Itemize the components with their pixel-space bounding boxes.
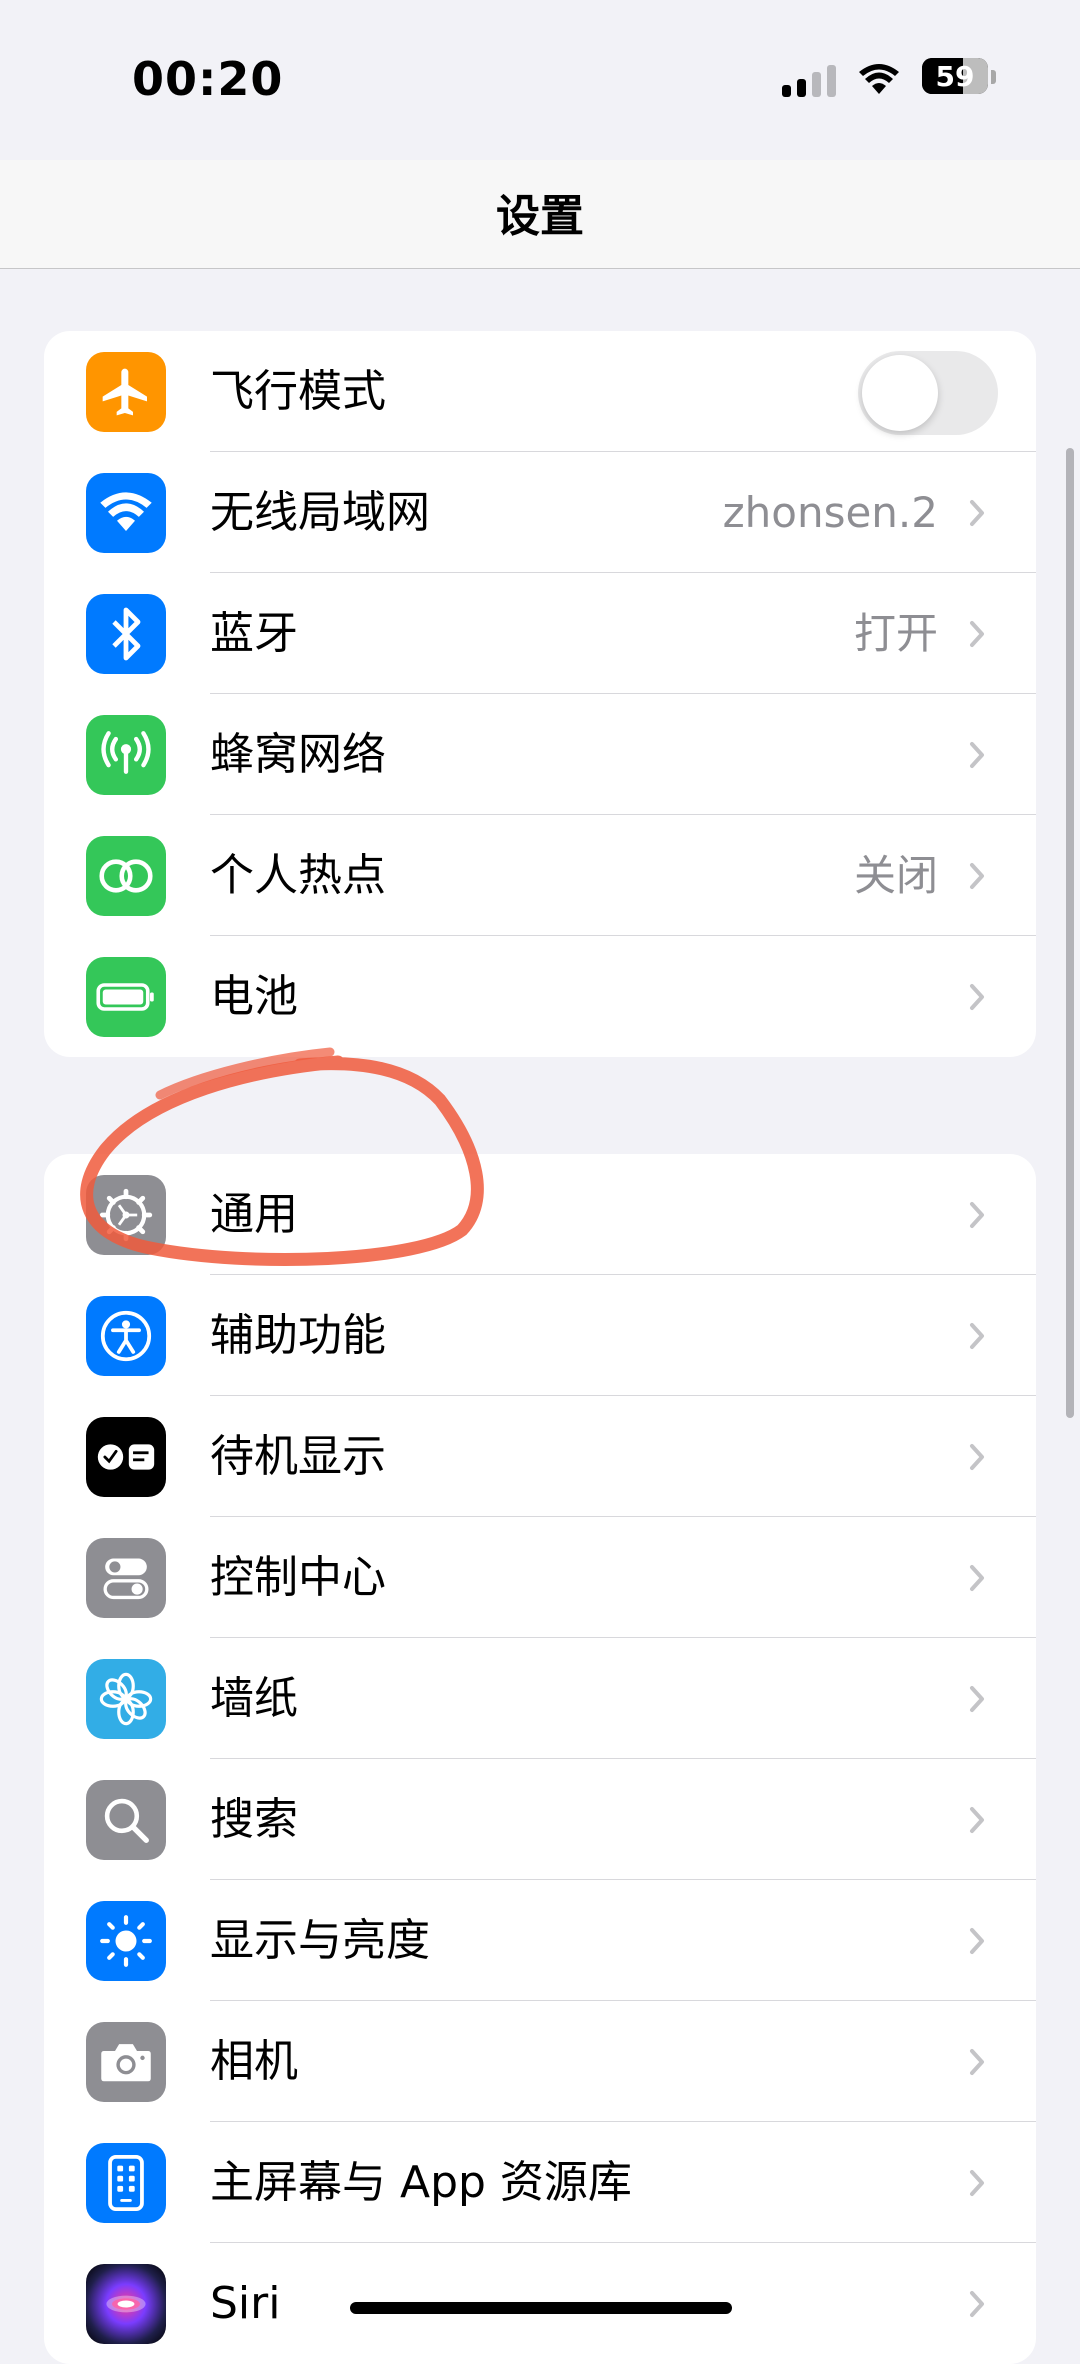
wifi-icon <box>86 473 166 553</box>
settings-row-airplane-mode[interactable]: 飞行模式 <box>44 331 1036 452</box>
settings-row-hotspot[interactable]: 个人热点 关闭 <box>44 815 1036 936</box>
chevron-right-icon <box>970 984 984 1010</box>
wifi-network-name: zhonsen.2 <box>722 488 938 537</box>
home-indicator[interactable] <box>350 2302 732 2314</box>
chevron-right-icon <box>970 1807 984 1833</box>
chevron-right-icon <box>970 742 984 768</box>
settings-row-home-screen[interactable]: 主屏幕与 App 资源库 <box>44 2122 1036 2243</box>
search-icon <box>86 1780 166 1860</box>
row-label: 搜索 <box>210 1794 298 1845</box>
battery-level: 59 <box>935 59 975 93</box>
gear-icon <box>86 1175 166 1255</box>
status-bar: 00:20 59 <box>0 0 1080 160</box>
wallpaper-icon <box>86 1659 166 1739</box>
status-icons <box>782 58 900 102</box>
battery-tip <box>991 70 996 84</box>
control-center-icon <box>86 1538 166 1618</box>
chevron-right-icon <box>970 1686 984 1712</box>
wifi-status-icon <box>859 64 899 94</box>
airplane-mode-toggle[interactable] <box>858 351 998 435</box>
row-label: 辅助功能 <box>210 1310 386 1361</box>
row-label: 飞行模式 <box>210 366 386 417</box>
hotspot-icon <box>86 836 166 916</box>
battery-icon <box>86 957 166 1037</box>
home-screen-icon <box>86 2143 166 2223</box>
row-label: 待机显示 <box>210 1431 386 1482</box>
settings-row-standby[interactable]: 待机显示 <box>44 1396 1036 1517</box>
chevron-right-icon <box>970 1202 984 1228</box>
settings-row-display-brightness[interactable]: 显示与亮度 <box>44 1880 1036 2001</box>
general-group: 通用 辅助功能 待机显示 控制中心 墙纸 搜索 显示与亮度 相机 主屏幕与 Ap… <box>44 1154 1036 2364</box>
row-label: 相机 <box>210 2036 298 2087</box>
chevron-right-icon <box>970 2170 984 2196</box>
chevron-right-icon <box>970 2049 984 2075</box>
row-label: 无线局域网 <box>210 487 430 538</box>
row-label: 蜂窝网络 <box>210 729 386 780</box>
chevron-right-icon <box>970 1323 984 1349</box>
nav-bar: 设置 <box>0 160 1080 269</box>
accessibility-icon <box>86 1296 166 1376</box>
brightness-icon <box>86 1901 166 1981</box>
settings-row-accessibility[interactable]: 辅助功能 <box>44 1275 1036 1396</box>
row-label: 控制中心 <box>210 1552 386 1603</box>
chevron-right-icon <box>970 621 984 647</box>
siri-icon <box>86 2264 166 2344</box>
chevron-right-icon <box>970 1928 984 1954</box>
connectivity-group: 飞行模式 无线局域网 zhonsen.2 蓝牙 打开 蜂窝网络 个人热点 关闭 … <box>44 331 1036 1057</box>
chevron-right-icon <box>970 500 984 526</box>
row-label: 个人热点 <box>210 850 386 901</box>
settings-row-battery[interactable]: 电池 <box>44 936 1036 1057</box>
row-label: Siri <box>210 2278 281 2329</box>
settings-row-general[interactable]: 通用 <box>44 1154 1036 1275</box>
row-label: 电池 <box>210 971 298 1022</box>
settings-row-wallpaper[interactable]: 墙纸 <box>44 1638 1036 1759</box>
settings-row-search[interactable]: 搜索 <box>44 1759 1036 1880</box>
chevron-right-icon <box>970 863 984 889</box>
row-label: 显示与亮度 <box>210 1915 430 1966</box>
page-title: 设置 <box>496 191 584 242</box>
settings-row-camera[interactable]: 相机 <box>44 2001 1036 2122</box>
standby-icon <box>86 1417 166 1497</box>
camera-icon <box>86 2022 166 2102</box>
battery-status: 59 <box>922 58 988 94</box>
row-label: 墙纸 <box>210 1673 298 1724</box>
settings-row-bluetooth[interactable]: 蓝牙 打开 <box>44 573 1036 694</box>
scroll-indicator <box>1066 448 1074 1418</box>
toggle-knob <box>862 355 938 431</box>
settings-row-control-center[interactable]: 控制中心 <box>44 1517 1036 1638</box>
cellular-signal-icon <box>782 63 836 97</box>
bluetooth-icon <box>86 594 166 674</box>
settings-row-cellular[interactable]: 蜂窝网络 <box>44 694 1036 815</box>
chevron-right-icon <box>970 1565 984 1591</box>
row-label: 主屏幕与 App 资源库 <box>210 2157 632 2208</box>
cellular-icon <box>86 715 166 795</box>
settings-row-wifi[interactable]: 无线局域网 zhonsen.2 <box>44 452 1036 573</box>
status-time: 00:20 <box>132 52 284 106</box>
chevron-right-icon <box>970 1444 984 1470</box>
row-label: 蓝牙 <box>210 608 298 659</box>
chevron-right-icon <box>970 2291 984 2317</box>
row-label: 通用 <box>210 1189 298 1240</box>
bluetooth-status: 打开 <box>853 609 938 658</box>
airplane-icon <box>86 352 166 432</box>
hotspot-status: 关闭 <box>853 851 938 900</box>
